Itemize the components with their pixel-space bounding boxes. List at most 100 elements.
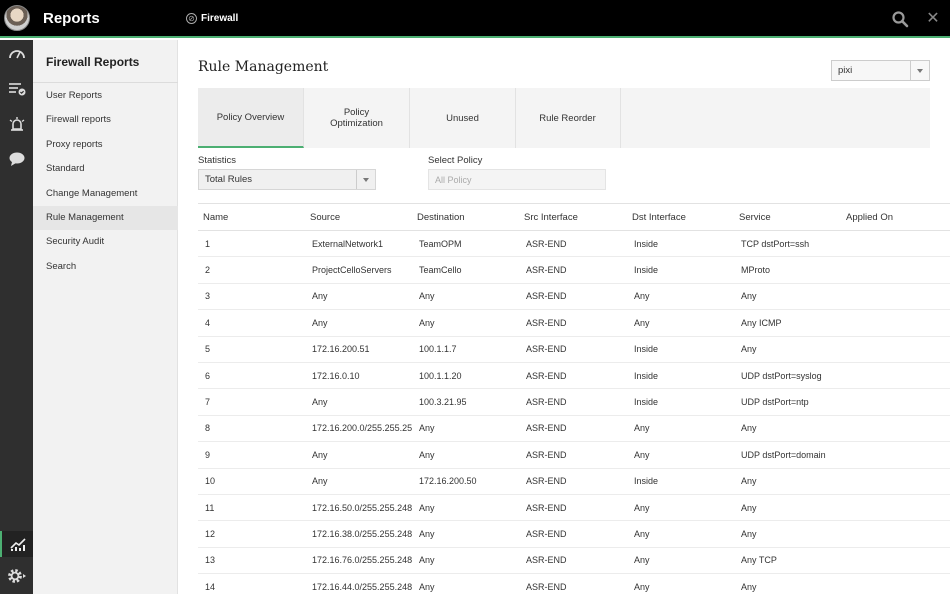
nav-item-user-reports[interactable]: User Reports xyxy=(33,84,178,108)
table-cell: Any xyxy=(412,520,519,548)
icon-rail xyxy=(0,40,33,594)
table-cell: Any xyxy=(305,468,412,495)
settings-icon[interactable] xyxy=(0,563,33,589)
table-body: 1 ExternalNetwork1 TeamOPM ASR-END Inside TCP… xyxy=(198,230,950,594)
chevron-down-icon xyxy=(917,69,923,73)
nav-item-change-management[interactable]: Change Management xyxy=(33,182,178,206)
close-icon[interactable]: ✕ xyxy=(924,10,942,28)
table-cell: UDP dstPort=domain xyxy=(734,441,841,469)
nav-item-search[interactable]: Search xyxy=(33,255,178,279)
alarm-icon[interactable] xyxy=(0,111,33,137)
column-header-source[interactable]: Source xyxy=(305,203,412,231)
chat-icon[interactable] xyxy=(0,146,33,172)
column-header-name[interactable]: Name xyxy=(198,203,305,231)
nav-item-standard[interactable]: Standard xyxy=(33,157,178,181)
nav-title: Firewall Reports xyxy=(46,55,140,69)
nav-divider xyxy=(33,82,178,83)
table-cell: ASR-END xyxy=(519,309,627,337)
table-row[interactable]: 5 172.16.200.51 100.1.1.7 ASR-END Inside Any xyxy=(198,336,950,363)
table-cell: TeamCello xyxy=(412,256,519,284)
table-cell: Any ICMP xyxy=(734,309,841,337)
table-cell: Any xyxy=(305,283,412,311)
table-cell: ASR-END xyxy=(519,441,627,469)
table-cell: Any xyxy=(627,520,734,548)
column-header-applied-on[interactable]: Applied On xyxy=(841,203,950,231)
dashboard-icon[interactable] xyxy=(0,40,33,66)
checklist-icon[interactable] xyxy=(0,76,33,102)
device-select-toggle[interactable] xyxy=(910,61,929,80)
table-cell: ASR-END xyxy=(519,230,627,258)
table-cell: Any xyxy=(627,309,734,337)
table-row[interactable]: 12 172.16.38.0/255.255.248.0 Any ASR-END Any… xyxy=(198,520,950,548)
table-cell: 4 xyxy=(198,309,305,337)
table-cell: 2 xyxy=(198,256,305,284)
column-header-dst-interface[interactable]: Dst Interface xyxy=(627,203,734,231)
page-title: Rule Management xyxy=(198,59,329,75)
policy-input[interactable] xyxy=(428,169,606,190)
column-header-destination[interactable]: Destination xyxy=(412,203,519,231)
statistics-select[interactable]: Total Rules xyxy=(198,169,376,190)
table-cell: Any xyxy=(412,415,519,443)
nav-item-firewall-reports[interactable]: Firewall reports xyxy=(33,108,178,132)
nav-item-rule-management[interactable]: Rule Management xyxy=(33,206,178,230)
tab-rule-reorder[interactable]: Rule Reorder xyxy=(515,88,621,148)
table-row[interactable]: 9 Any Any ASR-END Any UDP dstPort=domain xyxy=(198,441,950,469)
nav-item-proxy-reports[interactable]: Proxy reports xyxy=(33,133,178,157)
table-cell: Any xyxy=(734,573,841,594)
tab-policy-optimization[interactable]: Policy Optimization xyxy=(304,88,410,148)
table-cell: Any xyxy=(734,415,841,443)
table-cell xyxy=(841,441,950,469)
table-cell: Any xyxy=(734,520,841,548)
reports-icon[interactable] xyxy=(0,531,33,557)
tab-unused[interactable]: Unused xyxy=(410,88,516,148)
table-cell: Any xyxy=(305,441,412,469)
column-header-service[interactable]: Service xyxy=(734,203,841,231)
table-row[interactable]: 4 Any Any ASR-END Any Any ICMP xyxy=(198,309,950,337)
table-cell xyxy=(841,573,950,594)
table-cell: UDP dstPort=ntp xyxy=(734,388,841,416)
table-cell xyxy=(841,520,950,548)
statistics-select-toggle[interactable] xyxy=(356,170,375,189)
statistics-label: Statistics xyxy=(198,155,237,166)
table-row[interactable]: 1 ExternalNetwork1 TeamOPM ASR-END Inside TCP… xyxy=(198,230,950,258)
table-cell: Inside xyxy=(627,388,734,416)
column-header-src-interface[interactable]: Src Interface xyxy=(519,203,627,231)
table-header-row: Name Source Destination Src Interface Dst In… xyxy=(198,203,950,231)
table-row[interactable]: 11 172.16.50.0/255.255.248.0 Any ASR-END Any… xyxy=(198,494,950,522)
table-cell xyxy=(841,309,950,337)
table-row[interactable]: 2 ProjectCelloServers TeamCello ASR-END Insi… xyxy=(198,256,950,284)
search-icon[interactable] xyxy=(891,10,909,28)
table-cell: ASR-END xyxy=(519,336,627,363)
table-row[interactable]: 14 172.16.44.0/255.255.248.0 Any ASR-END Any… xyxy=(198,573,950,594)
app-title: Reports xyxy=(43,10,100,27)
table-cell: 12 xyxy=(198,520,305,548)
user-avatar[interactable] xyxy=(4,5,30,31)
table-row[interactable]: 8 172.16.200.0/255.255.255 Any ASR-END Any An… xyxy=(198,415,950,443)
table-row[interactable]: 6 172.16.0.10 100.1.1.20 ASR-END Inside UDP d… xyxy=(198,362,950,390)
table-cell: Any xyxy=(734,336,841,363)
breadcrumb[interactable]: Firewall xyxy=(201,13,238,24)
table-cell: ASR-END xyxy=(519,468,627,495)
table-cell: 172.16.50.0/255.255.248.0 xyxy=(305,494,412,522)
rules-table: Name Source Destination Src Interface Dst In… xyxy=(198,203,950,594)
table-row[interactable]: 3 Any Any ASR-END Any Any xyxy=(198,283,950,311)
nav-item-security-audit[interactable]: Security Audit xyxy=(33,230,178,254)
tab-policy-overview[interactable]: Policy Overview xyxy=(198,88,304,148)
table-cell: 9 xyxy=(198,441,305,469)
table-cell: Any xyxy=(734,283,841,311)
tab-policy-optimization-label: Policy Optimization xyxy=(330,107,383,129)
table-row[interactable]: 7 Any 100.3.21.95 ASR-END Inside UDP dstPort=… xyxy=(198,388,950,416)
table-row[interactable]: 13 172.16.76.0/255.255.248.0 Any ASR-END Any… xyxy=(198,547,950,575)
firewall-icon: ⊘ xyxy=(186,13,197,24)
table-cell: ExternalNetwork1 xyxy=(305,230,412,258)
table-row[interactable]: 10 Any 172.16.200.50 ASR-END Inside Any xyxy=(198,468,950,495)
table-cell: Any xyxy=(734,468,841,495)
table-cell: ASR-END xyxy=(519,283,627,311)
device-select[interactable]: pixi xyxy=(831,60,930,81)
table-cell xyxy=(841,362,950,390)
table-cell: TCP dstPort=ssh xyxy=(734,230,841,258)
table-cell: Any xyxy=(412,283,519,311)
table-cell: Any xyxy=(412,494,519,522)
table-cell: Any xyxy=(627,547,734,575)
table-cell: 5 xyxy=(198,336,305,363)
